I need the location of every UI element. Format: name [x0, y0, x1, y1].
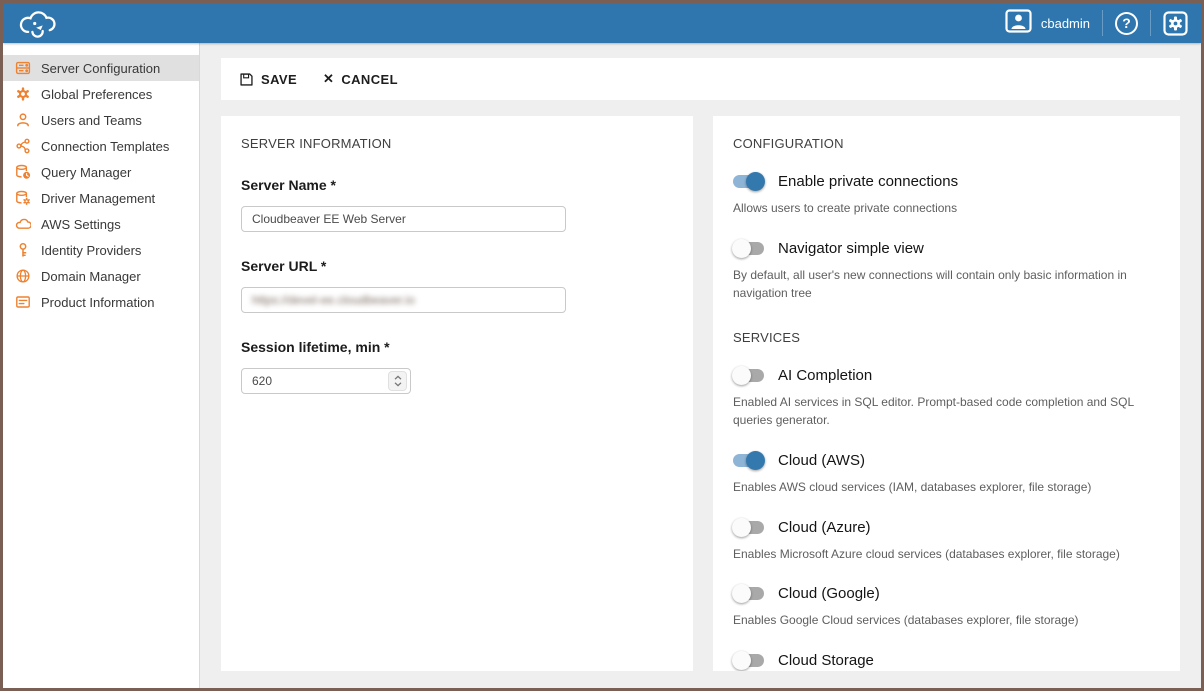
server-information-panel: SERVER INFORMATION Server Name * Server …: [221, 116, 693, 671]
user-icon: [15, 112, 31, 128]
document-icon: [15, 294, 31, 310]
toggle-cloud-google: Cloud (Google) Enables Google Cloud serv…: [733, 585, 1156, 630]
username: cbadmin: [1041, 16, 1090, 31]
help-icon: ?: [1115, 12, 1138, 35]
session-lifetime-input[interactable]: [241, 368, 411, 394]
toolbar: SAVE ✕ CANCEL: [221, 58, 1180, 100]
cloud-icon: [15, 216, 31, 232]
toggle-ai-completion: AI Completion Enabled AI services in SQL…: [733, 367, 1156, 430]
cloud-aws-switch[interactable]: [733, 454, 764, 467]
header-divider: [1150, 10, 1151, 36]
gear-icon: [1163, 11, 1188, 36]
key-icon: [15, 242, 31, 258]
server-url-input[interactable]: https://devel-ee.cloudbeaver.io: [241, 287, 566, 313]
stepper-chevrons-icon: [394, 375, 402, 387]
cancel-icon: ✕: [323, 71, 334, 87]
toggle-cloud-aws: Cloud (AWS) Enables AWS cloud services (…: [733, 452, 1156, 497]
server-url-field-group: Server URL * https://devel-ee.cloudbeave…: [241, 258, 673, 313]
admin-sidebar: Server Configuration Global Preference: [3, 43, 200, 688]
services-heading: SERVICES: [733, 330, 1156, 345]
toggle-navigator-simple-view: Navigator simple view By default, all us…: [733, 240, 1156, 303]
globe-icon: [15, 268, 31, 284]
sidebar-item-users-and-teams[interactable]: Users and Teams: [3, 107, 199, 133]
cloudbeaver-logo-icon[interactable]: [15, 8, 61, 38]
configuration-panel: CONFIGURATION Enable private connections…: [713, 116, 1180, 671]
help-button[interactable]: ?: [1115, 12, 1138, 35]
save-icon: [239, 72, 254, 87]
number-stepper[interactable]: [388, 371, 407, 391]
toggle-cloud-azure: Cloud (Azure) Enables Microsoft Azure cl…: [733, 519, 1156, 564]
sidebar-item-connection-templates[interactable]: Connection Templates: [3, 133, 199, 159]
user-menu[interactable]: cbadmin: [1005, 9, 1090, 38]
cloud-storage-switch[interactable]: [733, 654, 764, 667]
sidebar-item-aws-settings[interactable]: AWS Settings: [3, 211, 199, 237]
settings-button[interactable]: [1163, 11, 1188, 36]
server-url-label: Server URL *: [241, 258, 673, 274]
connection-templates-icon: [15, 138, 31, 154]
sidebar-item-identity-providers[interactable]: Identity Providers: [3, 237, 199, 263]
server-configuration-icon: [15, 60, 31, 76]
server-url-value-redacted: https://devel-ee.cloudbeaver.io: [252, 293, 415, 307]
app-window: cbadmin ?: [0, 0, 1204, 691]
server-name-label: Server Name *: [241, 177, 673, 193]
main-content: SAVE ✕ CANCEL SERVER INFORMATION Server …: [200, 43, 1201, 688]
top-bar: cbadmin ?: [3, 3, 1201, 43]
sidebar-item-global-preferences[interactable]: Global Preferences: [3, 81, 199, 107]
session-lifetime-field-group: Session lifetime, min *: [241, 339, 673, 394]
gear-icon: [15, 86, 31, 102]
toggle-cloud-storage: Cloud Storage Enables cloud file systems…: [733, 652, 1156, 671]
sidebar-item-query-manager[interactable]: Query Manager: [3, 159, 199, 185]
cloud-azure-switch[interactable]: [733, 521, 764, 534]
sidebar-item-domain-manager[interactable]: Domain Manager: [3, 263, 199, 289]
cancel-button[interactable]: ✕ CANCEL: [323, 71, 398, 87]
sidebar-item-driver-management[interactable]: Driver Management: [3, 185, 199, 211]
server-name-input[interactable]: [241, 206, 566, 232]
navigator-simple-view-switch[interactable]: [733, 242, 764, 255]
server-name-field-group: Server Name *: [241, 177, 673, 232]
session-lifetime-label: Session lifetime, min *: [241, 339, 673, 355]
configuration-heading: CONFIGURATION: [733, 136, 1156, 151]
enable-private-connections-switch[interactable]: [733, 175, 764, 188]
ai-completion-switch[interactable]: [733, 369, 764, 382]
topbar-actions: cbadmin ?: [1005, 9, 1188, 38]
toggle-enable-private-connections: Enable private connections Allows users …: [733, 173, 1156, 218]
save-button[interactable]: SAVE: [239, 72, 297, 87]
server-information-heading: SERVER INFORMATION: [241, 136, 673, 151]
sidebar-item-server-configuration[interactable]: Server Configuration: [3, 55, 199, 81]
database-clock-icon: [15, 164, 31, 180]
sidebar-item-product-information[interactable]: Product Information: [3, 289, 199, 315]
database-gear-icon: [15, 190, 31, 206]
user-avatar-icon: [1005, 9, 1032, 38]
cloud-google-switch[interactable]: [733, 587, 764, 600]
header-divider: [1102, 10, 1103, 36]
